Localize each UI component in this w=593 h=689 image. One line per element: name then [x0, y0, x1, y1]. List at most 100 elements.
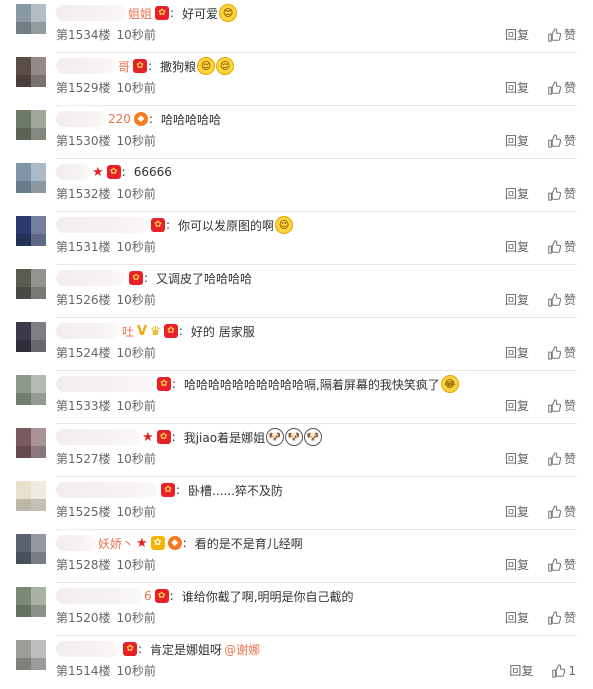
avatar[interactable]: [16, 322, 46, 352]
comment-item: ✿: 哈哈哈哈哈哈哈哈哈哈嗝,隔着屏幕的我快笑疯了 😂 第1533楼 10秒前 回复 赞: [0, 371, 593, 424]
avatar[interactable]: [16, 375, 46, 405]
like-label: 赞: [563, 399, 576, 413]
like-button[interactable]: 赞: [547, 26, 576, 43]
comment-line: ★ ✿:66666: [56, 163, 172, 181]
avatar-mosaic-block: [16, 605, 46, 617]
reply-button[interactable]: 回复: [505, 450, 529, 467]
avatar[interactable]: [16, 587, 46, 617]
like-label: 赞: [563, 293, 576, 307]
reply-button[interactable]: 回复: [505, 132, 529, 149]
like-button[interactable]: 赞: [547, 238, 576, 255]
like-button[interactable]: 赞: [547, 185, 576, 202]
avatar[interactable]: [16, 428, 46, 458]
like-button[interactable]: 赞: [547, 344, 576, 361]
timestamp: 10秒前: [116, 664, 156, 678]
username-blurred[interactable]: [56, 217, 148, 233]
like-button[interactable]: 赞: [547, 609, 576, 626]
username-blurred[interactable]: [56, 588, 142, 604]
colon-separator: :: [172, 377, 177, 391]
comment-meta: 第1527楼 10秒前: [56, 450, 156, 467]
comment-text: 卧槽......猝不及防: [188, 483, 283, 498]
floor-number: 第1520楼: [56, 611, 111, 625]
avatar[interactable]: [16, 110, 46, 140]
reply-button[interactable]: 回复: [505, 26, 529, 43]
comment-item: 220 ◆: 哈哈哈哈哈 第1530楼 10秒前 回复 赞: [0, 106, 593, 159]
avatar[interactable]: [16, 481, 46, 511]
avatar[interactable]: [16, 4, 46, 34]
reply-button[interactable]: 回复: [505, 238, 529, 255]
mention-link[interactable]: @谢娜: [224, 641, 260, 658]
username-blurred[interactable]: [56, 164, 90, 180]
like-label: 赞: [563, 187, 576, 201]
floor-number: 第1532楼: [56, 187, 111, 201]
reply-button[interactable]: 回复: [505, 397, 529, 414]
avatar-mosaic-block: [16, 446, 46, 458]
like-button[interactable]: 1: [551, 664, 576, 678]
username-blurred[interactable]: [56, 482, 158, 498]
like-button[interactable]: 赞: [547, 79, 576, 96]
reply-button[interactable]: 回复: [505, 609, 529, 626]
username-visible-part[interactable]: 6: [144, 589, 152, 603]
like-button[interactable]: 赞: [547, 132, 576, 149]
avatar[interactable]: [16, 163, 46, 193]
fan-badge-icon: ✿: [155, 6, 170, 20]
username-visible-part[interactable]: 姐姐: [128, 5, 152, 22]
avatar[interactable]: [16, 216, 46, 246]
like-button[interactable]: 赞: [547, 503, 576, 520]
username-blurred[interactable]: [56, 5, 126, 21]
reply-button[interactable]: 回复: [505, 79, 529, 96]
username-blurred[interactable]: [56, 376, 154, 392]
like-button[interactable]: 赞: [547, 397, 576, 414]
comment-item: ★ ✿: 我jiao着是娜姐 🐶 🐶 🐶 第1527楼 10秒前 回复赞: [0, 424, 593, 477]
colon-separator: :: [166, 218, 171, 232]
comment-line: 220 ◆: 哈哈哈哈哈: [56, 110, 221, 128]
comment-item: ✿: 又调皮了哈哈哈哈第1526楼 10秒前 回复 赞: [0, 265, 593, 318]
username-blurred[interactable]: [56, 641, 120, 657]
reply-button[interactable]: 回复: [509, 662, 533, 679]
username-blurred[interactable]: [56, 58, 116, 74]
thumbs-up-icon: [547, 186, 564, 201]
username-blurred[interactable]: [56, 535, 96, 551]
reply-button[interactable]: 回复: [505, 344, 529, 361]
avatar[interactable]: [16, 269, 46, 299]
username-visible-part[interactable]: 吐: [122, 323, 134, 340]
username-visible-part[interactable]: 哥: [118, 58, 130, 75]
comment-text: 你可以发原图的啊: [178, 218, 275, 233]
username-blurred[interactable]: [56, 323, 120, 339]
comment-meta: 第1533楼 10秒前: [56, 397, 156, 414]
like-button[interactable]: 赞: [547, 291, 576, 308]
reply-button[interactable]: 回复: [505, 291, 529, 308]
reply-button[interactable]: 回复: [505, 556, 529, 573]
fan-badge-icon: ✿: [151, 218, 165, 232]
reply-button[interactable]: 回复: [505, 503, 529, 520]
like-button[interactable]: 赞: [547, 450, 576, 467]
comment-list: 姐姐 ✿: 好可爱 😊 第1534楼 10秒前 回复赞哥 ✿: 撒狗粮 😌 😌 第1529楼 10秒前回…: [0, 0, 593, 689]
username-visible-part[interactable]: 妖娇丶: [98, 535, 134, 552]
fan-badge-icon: ✿: [157, 377, 171, 391]
comment-text: 66666: [133, 165, 172, 179]
comment-line: 6 ✿: 谁给你截了啊,明明是你自己截的: [56, 587, 354, 605]
username-blurred[interactable]: [56, 429, 140, 445]
avatar[interactable]: [16, 57, 46, 87]
floor-number: 第1529楼: [56, 81, 111, 95]
comment-line: ✿: 又调皮了哈哈哈哈: [56, 269, 252, 287]
username-blurred[interactable]: [56, 111, 106, 127]
avatar[interactable]: [16, 534, 46, 564]
thumbs-up-icon: [547, 557, 564, 572]
fan-badge-icon: ✿: [150, 536, 165, 550]
comment-meta: 第1520楼 10秒前: [56, 609, 156, 626]
floor-number: 第1526楼: [56, 293, 111, 307]
floor-number: 第1514楼: [56, 664, 111, 678]
avatar[interactable]: [16, 640, 46, 670]
comment-text: 我jiao着是娜姐: [183, 430, 266, 445]
thumbs-up-icon: [547, 292, 564, 307]
comment-item: 姐姐 ✿: 好可爱 😊 第1534楼 10秒前 回复 赞: [0, 0, 593, 53]
like-button[interactable]: 赞: [547, 556, 576, 573]
fan-badge-icon: ✿: [133, 59, 148, 73]
username-visible-part[interactable]: 220: [108, 112, 131, 126]
verified-v-icon: V: [137, 323, 148, 339]
reply-button[interactable]: 回复: [505, 185, 529, 202]
username-blurred[interactable]: [56, 270, 126, 286]
avatar-mosaic-block: [16, 287, 46, 299]
timestamp: 10秒前: [116, 293, 156, 307]
